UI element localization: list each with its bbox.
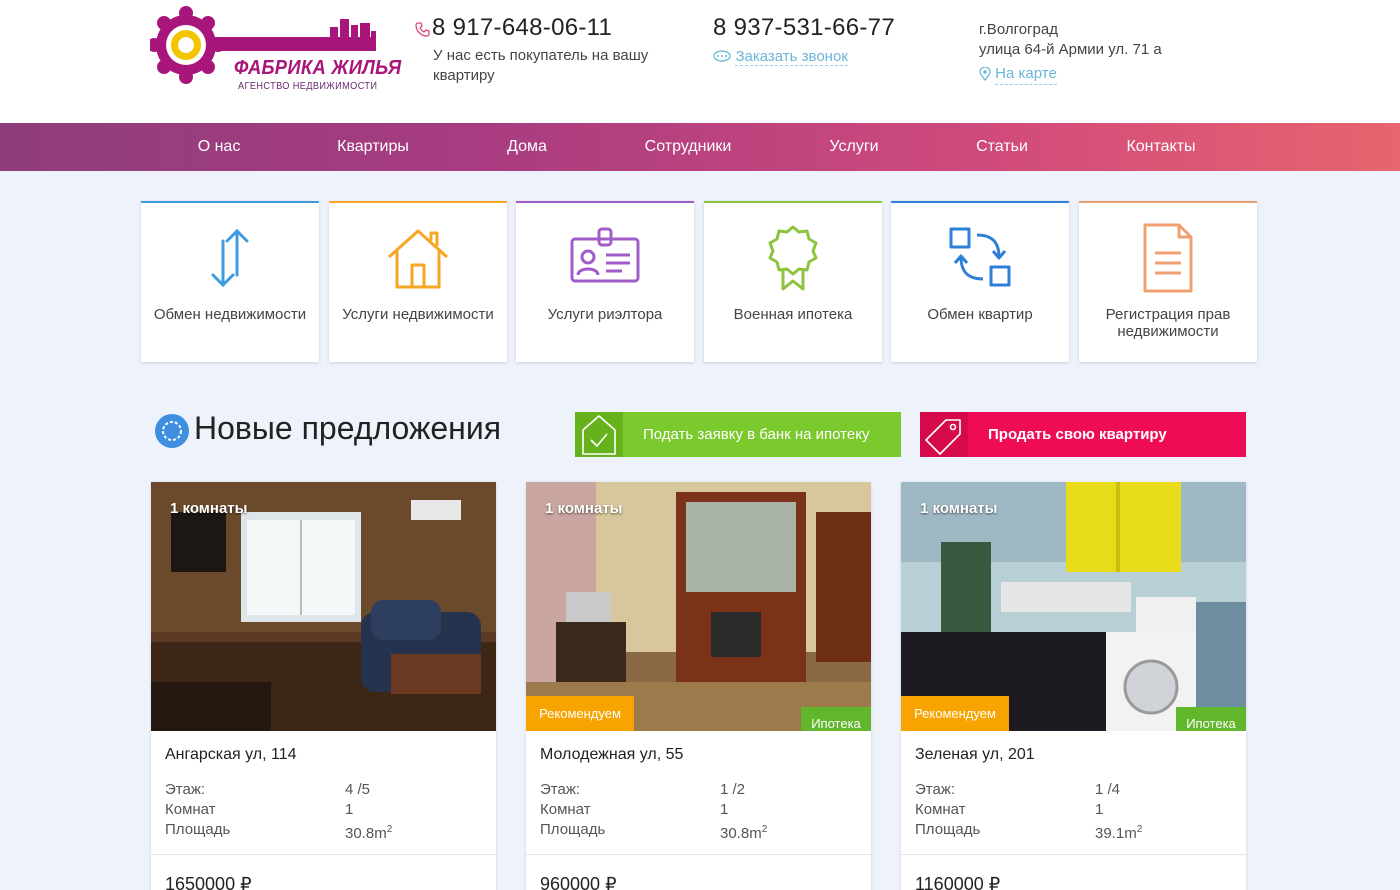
area-unit-sup: 2	[1136, 824, 1143, 835]
rooms-value: 1	[1095, 801, 1104, 818]
area-label: Площадь	[165, 821, 231, 838]
area-value: 30.8m	[720, 825, 762, 842]
floor-value: 1 /4	[1095, 781, 1121, 798]
rooms-badge: 1 комнаты	[545, 500, 623, 517]
listing-photo[interactable]: 1 комнаты Рекомендуем Ипотека	[526, 482, 871, 731]
service-card-apartment-exchange[interactable]: Обмен квартир	[891, 201, 1069, 362]
card-divider	[526, 854, 871, 855]
service-label: Обмен недвижимости	[153, 306, 307, 323]
area-value: 30.8m	[345, 825, 387, 842]
rooms-label: Комнат	[540, 801, 591, 818]
phone-number-1[interactable]: 8 917-648-06-11	[432, 14, 612, 41]
house-icon	[387, 229, 449, 289]
listing-properties: Этаж: 1 /2 Комнат 1 Площадь 30.8m2	[540, 780, 840, 842]
rooms-value: 1	[720, 801, 729, 818]
nav-item-houses[interactable]: Дома	[507, 123, 547, 171]
phone-icon	[415, 22, 430, 37]
listing-price: 960000 ₽	[540, 874, 617, 890]
nav-item-apartments[interactable]: Квартиры	[337, 123, 409, 171]
award-ribbon-icon	[768, 225, 818, 291]
phone-block-1: 8 917-648-06-11 У нас есть покупатель на…	[414, 14, 673, 86]
rooms-label: Комнат	[165, 801, 216, 818]
listing-card[interactable]: 1 комнаты Рекомендуем Ипотека Зеленая ул…	[901, 482, 1246, 890]
mortgage-badge: Ипотека	[1176, 707, 1246, 731]
area-unit-sup: 2	[761, 824, 768, 835]
rooms-value: 1	[345, 801, 354, 818]
phone-number-2[interactable]: 8 937-531-66-77	[713, 14, 895, 42]
phone-block-2: 8 937-531-66-77 Заказать звонок	[713, 14, 895, 66]
recommend-badge: Рекомендуем	[526, 696, 634, 731]
map-pin-icon	[979, 66, 991, 82]
floor-label: Этаж:	[540, 781, 581, 798]
listing-properties: Этаж: 1 /4 Комнат 1 Площадь 39.1m2	[915, 780, 1215, 842]
area-label: Площадь	[540, 821, 606, 838]
card-divider	[901, 854, 1246, 855]
nav-item-about[interactable]: О нас	[198, 123, 241, 171]
logo-subtitle: АГЕНСТВО НЕДВИЖИМОСТИ	[238, 81, 378, 92]
sell-button-label: Продать свою квартиру	[988, 426, 1167, 443]
logo-title: ФАБРИКА ЖИЛЬЯ	[234, 57, 402, 79]
nav-item-services[interactable]: Услуги	[829, 123, 878, 171]
listing-price: 1160000 ₽	[915, 874, 1001, 890]
nav-item-articles[interactable]: Статьи	[976, 123, 1028, 171]
service-card-realtor[interactable]: Услуги риэлтора	[516, 201, 694, 362]
floor-label: Этаж:	[165, 781, 206, 798]
section-title: Новые предложения	[194, 410, 502, 446]
swap-squares-icon	[949, 227, 1011, 287]
area-label: Площадь	[915, 821, 981, 838]
listing-photo[interactable]: 1 комнаты	[151, 482, 496, 731]
nav-item-staff[interactable]: Сотрудники	[645, 123, 732, 171]
service-label: Обмен квартир	[927, 306, 1033, 323]
listing-price: 1650000 ₽	[165, 874, 252, 890]
nav-item-contacts[interactable]: Контакты	[1126, 123, 1195, 171]
price-tag-icon	[920, 412, 968, 457]
listing-properties: Этаж: 4 /5 Комнат 1 Площадь 30.8m2	[165, 780, 465, 842]
service-card-exchange-realty[interactable]: Обмен недвижимости	[141, 201, 319, 362]
mortgage-badge: Ипотека	[801, 707, 871, 731]
card-divider	[151, 854, 496, 855]
address-city: г.Волгоград	[979, 21, 1058, 38]
chat-bubble-icon	[713, 50, 731, 62]
service-label: Военная ипотека	[733, 306, 853, 323]
service-card-military-mortgage[interactable]: Военная ипотека	[704, 201, 882, 362]
site-header: ФАБРИКА ЖИЛЬЯ АГЕНСТВО НЕДВИЖИМОСТИ 8 91…	[0, 0, 1400, 123]
rooms-badge: 1 комнаты	[170, 500, 248, 517]
rooms-badge: 1 комнаты	[920, 500, 998, 517]
mortgage-request-button[interactable]: Подать заявку в банк на ипотеку	[575, 412, 901, 457]
document-icon	[1143, 223, 1193, 293]
listing-card[interactable]: 1 комнаты Рекомендуем Ипотека Молодежная…	[526, 482, 871, 890]
id-badge-icon	[570, 227, 640, 283]
area-value: 39.1m	[1095, 825, 1137, 842]
service-label: Услуги недвижимости	[342, 306, 494, 323]
address-street: улица 64-й Армии ул. 71 а	[979, 41, 1162, 58]
phone-note: У нас есть покупатель на вашу квартиру	[433, 47, 649, 84]
service-label: Услуги риэлтора	[547, 306, 663, 323]
service-label: Регистрация прав недвижимости	[1105, 306, 1231, 340]
area-unit-sup: 2	[386, 824, 393, 835]
floor-value: 1 /2	[720, 781, 746, 798]
listing-photo[interactable]: 1 комнаты Рекомендуем Ипотека	[901, 482, 1246, 731]
main-nav: О нас Квартиры Дома Сотрудники Услуги Ст…	[0, 123, 1400, 171]
callback-link[interactable]: Заказать звонок	[735, 48, 848, 66]
listing-address[interactable]: Ангарская ул, 114	[165, 746, 297, 764]
listing-card[interactable]: 1 комнаты Ангарская ул, 114 Этаж: 4 /5 Ко…	[151, 482, 496, 890]
listing-address[interactable]: Зеленая ул, 201	[915, 746, 1035, 764]
service-card-rights-registration[interactable]: Регистрация прав недвижимости	[1079, 201, 1257, 362]
exchange-arrows-icon	[211, 228, 249, 288]
map-link[interactable]: На карте	[995, 64, 1057, 85]
address-block: г.Волгоград улица 64-й Армии ул. 71 а На…	[979, 20, 1162, 85]
floor-value: 4 /5	[345, 781, 371, 798]
recommend-badge: Рекомендуем	[901, 696, 1009, 731]
floor-label: Этаж:	[915, 781, 956, 798]
rooms-label: Комнат	[915, 801, 966, 818]
section-gear-icon	[155, 414, 189, 448]
mortgage-button-label: Подать заявку в банк на ипотеку	[643, 426, 870, 443]
service-card-realty-services[interactable]: Услуги недвижимости	[329, 201, 507, 362]
logo[interactable]: ФАБРИКА ЖИЛЬЯ АГЕНСТВО НЕДВИЖИМОСТИ	[147, 5, 401, 95]
listing-address[interactable]: Молодежная ул, 55	[540, 746, 683, 764]
house-check-icon	[575, 412, 623, 457]
sell-apartment-button[interactable]: Продать свою квартиру	[920, 412, 1246, 457]
